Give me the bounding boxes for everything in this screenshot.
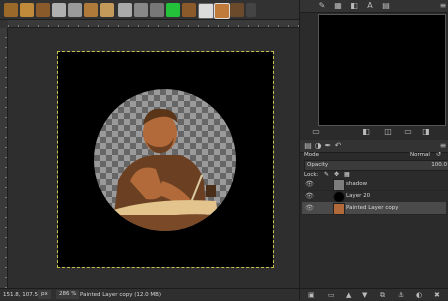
opacity-value: 100.0 [431,162,447,168]
brush-preset-4[interactable] [52,3,66,17]
layer-thumbnail [333,203,345,215]
brush-preset-13[interactable] [198,3,214,19]
navigation-tabs: ✎ ▦ ◧ A ▤ ≡ [300,0,448,13]
delete-layer-icon[interactable]: ✖ [434,291,440,299]
channels-tab-icon[interactable]: ◑ [314,142,322,150]
duplicate-layer-icon[interactable]: ⧉ [380,291,385,299]
eye-icon[interactable]: 👁 [305,192,314,200]
brush-preset-10[interactable] [150,3,164,17]
canvas-area[interactable] [8,28,299,288]
layers-actions-bar: ▣ ▭ ▲ ▼ ⧉ ⚓ ◐ ✖ [300,288,448,300]
horizontal-ruler [8,20,299,28]
layer-name: Layer 20 [346,193,371,199]
layer-name: shadow [346,181,368,187]
fit-icon[interactable]: ◧ [362,128,370,136]
layers-tab-icon[interactable]: ▤ [304,142,312,150]
panel-menu-icon[interactable]: ≡ [439,2,447,10]
brush-preset-3[interactable] [36,3,50,17]
font-tab-icon[interactable]: A [366,2,374,10]
opacity-label: Opacity [307,162,329,168]
zoom-out-icon[interactable]: ▭ [312,128,320,136]
zoom-select[interactable]: 286 % [56,290,80,299]
status-bar: 151.8, 107.5 px 286 % Painted Layer copy… [0,288,299,300]
layers-menu-icon[interactable]: ≡ [439,142,447,150]
anchor-layer-icon[interactable]: ⚓ [398,291,404,299]
vertical-ruler [0,28,8,288]
unit-select[interactable]: px [38,290,51,299]
pointer-coordinates: 151.8, 107.5 [3,292,38,298]
eye-icon[interactable]: 👁 [305,180,314,188]
shrink-icon[interactable]: ▭ [404,128,412,136]
eye-icon[interactable]: 👁 [305,204,314,212]
brush-preset-14[interactable] [214,3,230,19]
scribe-illustration [94,108,236,231]
mask-icon[interactable]: ◐ [416,291,422,299]
image-canvas[interactable] [57,51,274,268]
navigation-controls: ▭ ◧ ◫ ▭ ◨ [300,128,448,137]
lower-layer-icon[interactable]: ▼ [362,291,367,299]
ruler-corner [0,20,8,28]
brush-preset-7[interactable] [100,3,114,17]
brush-preset-9[interactable] [134,3,148,17]
gradient-tab-icon[interactable]: ◧ [350,2,358,10]
brush-preset-8[interactable] [118,3,132,17]
new-layer-icon[interactable]: ▣ [308,291,315,299]
mode-select[interactable]: Normal [408,151,436,159]
mode-row: Mode Normal ↺ [304,150,447,160]
brush-preset-6[interactable] [84,3,98,17]
new-group-icon[interactable]: ▭ [328,291,335,299]
paths-tab-icon[interactable]: ✒ [324,142,332,150]
raise-layer-icon[interactable]: ▲ [346,291,351,299]
brush-preset-11[interactable] [166,3,180,17]
brush-preset-15[interactable] [230,3,244,17]
mode-label: Mode [304,152,319,158]
circular-illustration [94,89,236,231]
layer-row-selected[interactable]: 👁 Painted Layer copy [302,202,446,215]
brush-tab-icon[interactable]: ✎ [318,2,326,10]
right-dock: ✎ ▦ ◧ A ▤ ≡ ▭ ◧ ◫ ▭ ◨ ▤ ◑ ✒ ↶ ≡ Mode Nor… [299,0,448,300]
mode-reset-icon[interactable]: ↺ [436,150,441,160]
brush-preset-5[interactable] [68,3,82,17]
resize-icon[interactable]: ◨ [422,128,430,136]
undo-tab-icon[interactable]: ↶ [334,142,342,150]
navigation-preview[interactable] [318,14,446,126]
zoom-in-icon[interactable]: ◫ [384,128,392,136]
status-info: Painted Layer copy (12.0 MB) [80,292,162,298]
brush-preset-2[interactable] [20,3,34,17]
pattern-tab-icon[interactable]: ▦ [334,2,342,10]
document-tab-icon[interactable]: ▤ [382,2,390,10]
brush-preset-1[interactable] [4,3,18,17]
layer-name: Painted Layer copy [346,205,399,211]
brush-preset-12[interactable] [182,3,196,17]
brush-preset-16[interactable] [246,3,256,17]
